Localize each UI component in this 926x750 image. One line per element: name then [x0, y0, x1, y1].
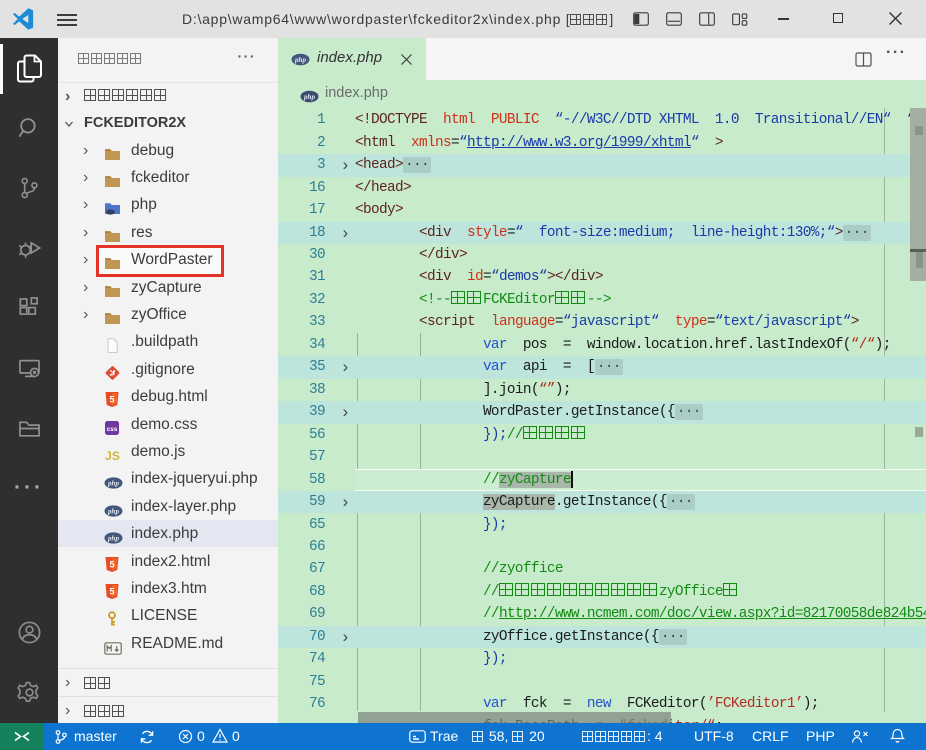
svg-text:5: 5: [109, 395, 114, 405]
svg-text:5: 5: [109, 559, 114, 569]
svg-text:5: 5: [109, 587, 114, 597]
svg-text:JS: JS: [105, 449, 120, 463]
svg-text:php: php: [107, 507, 119, 515]
svg-text:php: php: [107, 535, 119, 543]
svg-text:css: css: [107, 426, 118, 433]
svg-text:php: php: [107, 480, 119, 488]
